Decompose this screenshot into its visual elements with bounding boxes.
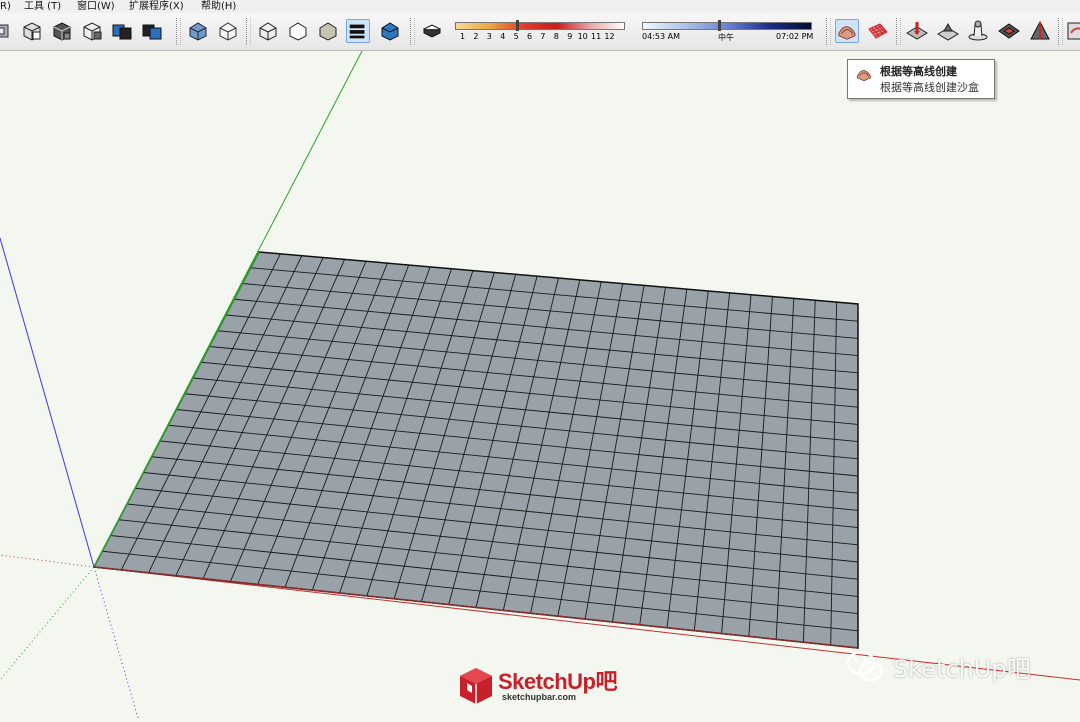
green-axis-negative [0,566,95,681]
red-axis-negative [0,554,95,568]
month-tick-11: 11 [591,32,602,41]
wechat-watermark: SketchUp吧 [845,646,1031,686]
extra-icon[interactable] [1066,19,1080,43]
month-tick-7: 7 [540,32,546,41]
menu-item-extensions[interactable]: 扩展程序(X) [129,0,184,13]
month-slider[interactable]: 1 2 3 4 5 6 7 8 9 10 11 12 [455,20,625,44]
month-tick-8: 8 [553,32,559,41]
toolbar-grip[interactable] [1058,18,1063,45]
shadow-toggle-icon[interactable] [378,19,402,43]
time-slider-thumb[interactable] [717,20,721,31]
month-tick-5: 5 [513,32,519,41]
xray-icon[interactable] [186,19,210,43]
shadow-settings-icon[interactable] [420,19,444,43]
drape-icon[interactable] [966,19,990,43]
tooltip-title: 根据等高线创建 [880,65,957,78]
time-start-label: 04:53 AM [642,32,680,41]
time-end-label: 07:02 PM [776,32,814,41]
toolbar: 1 2 3 4 5 6 7 8 9 10 11 12 04:53 AM 中午 07:02 PM [0,13,1080,51]
month-slider-track[interactable] [455,22,625,30]
flip-edge-icon[interactable] [1028,19,1052,43]
month-tick-9: 9 [567,32,573,41]
blue-axis-negative [93,566,139,719]
smoove-icon[interactable] [905,19,929,43]
component-icon[interactable] [50,19,74,43]
group-icon[interactable] [20,19,44,43]
solid-icon[interactable] [140,19,164,43]
monochrome-icon[interactable] [346,19,370,43]
camera-icon[interactable] [0,19,12,43]
modeling-viewport[interactable] [0,50,1080,719]
month-tick-10: 10 [577,32,588,41]
time-slider[interactable]: 04:53 AM 中午 07:02 PM [642,20,814,44]
toolbar-grip[interactable] [246,18,251,45]
from-contours-icon[interactable] [835,19,859,43]
add-detail-icon[interactable] [997,19,1021,43]
wireframe-icon[interactable] [216,19,240,43]
3d-scene[interactable] [0,50,1080,719]
toolbar-grip[interactable] [826,18,831,45]
toolbar-grip[interactable] [176,18,181,45]
section-icon[interactable] [80,19,104,43]
hidden-line-icon[interactable] [256,19,280,43]
month-tick-4: 4 [500,32,506,41]
logo-url-text: sketchupbar.com [502,692,577,702]
stamp-icon[interactable] [936,19,960,43]
cube-logo-icon [460,668,492,704]
month-tick-2: 2 [473,32,479,41]
sketchupbar-logo: SketchUp吧 sketchupbar.com [458,664,620,708]
shaded-icon[interactable] [286,19,310,43]
time-slider-track[interactable] [642,22,812,30]
from-contours-icon [856,70,872,82]
wechat-account-text: SketchUp吧 [893,654,1031,683]
toolbar-grip[interactable] [896,18,901,45]
menu-item-window[interactable]: 窗口(W) [77,0,115,13]
blue-axis [0,237,95,568]
month-tick-1: 1 [460,32,466,41]
month-tick-3: 3 [486,32,492,41]
menu-item-help[interactable]: 帮助(H) [201,0,236,13]
menu-bar: R) 工具 (T) 窗口(W) 扩展程序(X) 帮助(H) [0,0,1080,13]
month-tick-12: 12 [604,32,615,41]
month-tick-6: 6 [527,32,533,41]
shaded-texture-icon[interactable] [316,19,340,43]
wechat-icon [846,650,884,682]
tooltip-description: 根据等高线创建沙盒 [880,81,979,94]
tooltip: 根据等高线创建 根据等高线创建沙盒 [847,59,995,99]
from-scratch-icon[interactable] [866,19,890,43]
menu-item-view[interactable]: R) [0,0,11,13]
month-slider-thumb[interactable] [515,20,519,31]
time-mid-label: 中午 [718,33,734,42]
layer-icon[interactable] [110,19,134,43]
menu-item-tools[interactable]: 工具 (T) [24,0,61,13]
toolbar-grip[interactable] [410,18,415,45]
